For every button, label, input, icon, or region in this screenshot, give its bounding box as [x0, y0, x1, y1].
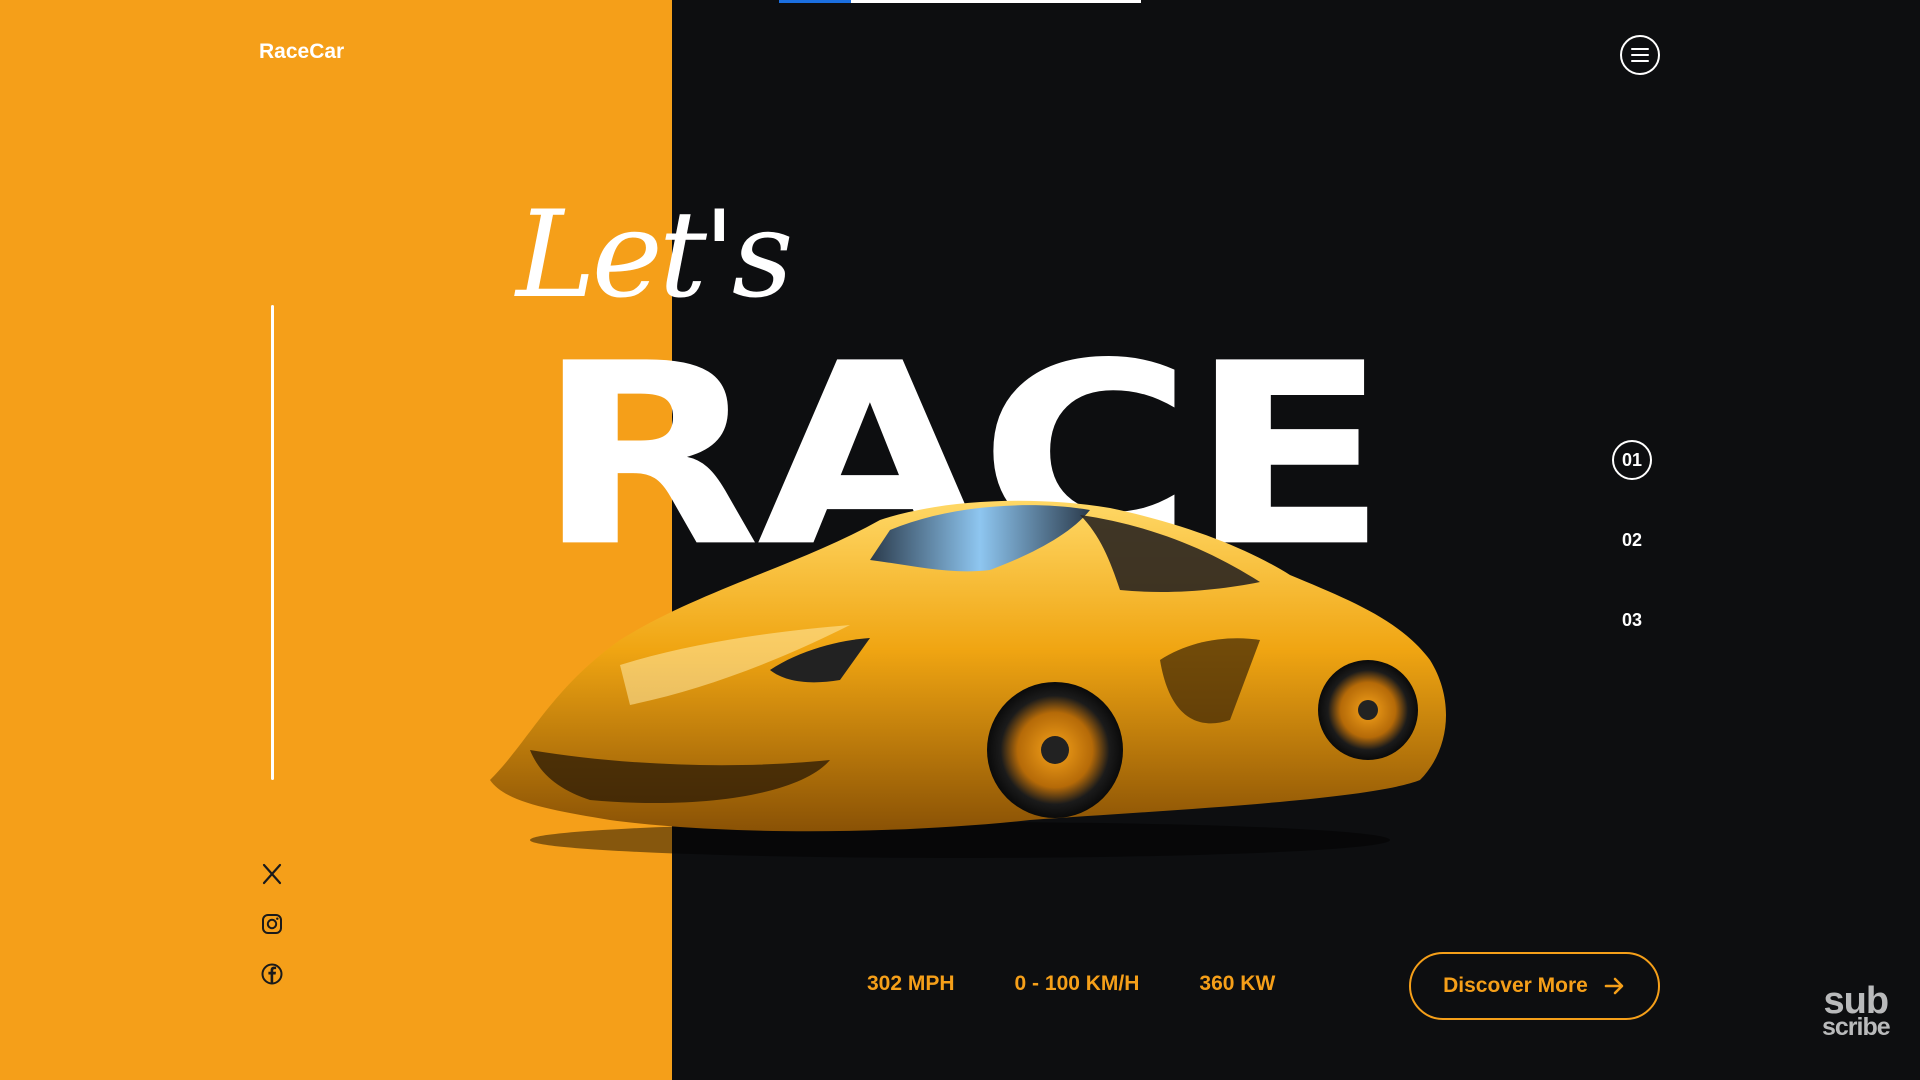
- slide-01[interactable]: 01: [1612, 440, 1652, 480]
- slide-progress-fill: [779, 0, 852, 3]
- discover-more-button[interactable]: Discover More: [1409, 952, 1660, 1020]
- x-icon[interactable]: [258, 860, 286, 888]
- arrow-right-icon: [1604, 977, 1624, 995]
- slide-pagination: 01 02 03: [1612, 440, 1656, 680]
- menu-button[interactable]: [1620, 35, 1660, 75]
- specs-row: 302 MPH 0 - 100 KM/H 360 KW: [867, 972, 1275, 996]
- slide-03[interactable]: 03: [1612, 600, 1652, 640]
- facebook-icon[interactable]: [258, 960, 286, 988]
- hamburger-icon: [1631, 48, 1649, 62]
- stat-acceleration: 0 - 100 KM/H: [1014, 972, 1140, 995]
- brand-logo[interactable]: RaceCar: [259, 40, 344, 64]
- hero-script-word: Let's: [516, 186, 793, 325]
- sports-car-image: [490, 500, 1447, 858]
- discover-more-label: Discover More: [1443, 974, 1588, 997]
- slide-02[interactable]: 02: [1612, 520, 1652, 560]
- instagram-icon[interactable]: [258, 910, 286, 938]
- watermark-line2: scribe: [1822, 1013, 1891, 1042]
- subscribe-watermark: sub scribe: [1822, 982, 1891, 1042]
- vertical-divider: [271, 305, 274, 780]
- stat-power: 360 KW: [1199, 972, 1276, 995]
- slide-progress-bar: [779, 0, 1141, 3]
- stat-top-speed: 302 MPH: [867, 972, 955, 995]
